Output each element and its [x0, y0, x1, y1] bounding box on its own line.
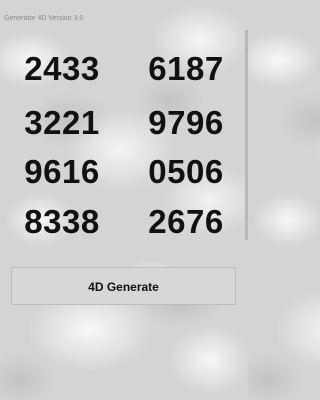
number-cell-1: 2433	[24, 50, 100, 87]
scrollbar[interactable]	[245, 30, 248, 240]
number-cell-6: 0506	[148, 153, 224, 190]
number-cell-3: 3221	[24, 104, 100, 141]
number-cell-5: 9616	[24, 153, 100, 190]
number-cell-4: 9796	[148, 104, 224, 141]
app-title: Generator 4D Version 3.0	[4, 15, 84, 22]
generate-button[interactable]: 4D Generate	[11, 267, 236, 305]
number-cell-7: 8338	[24, 203, 100, 240]
number-cell-8: 2676	[148, 203, 224, 240]
title-bar: Generator 4D Version 3.0	[0, 0, 248, 30]
number-cell-2: 6187	[148, 50, 224, 87]
